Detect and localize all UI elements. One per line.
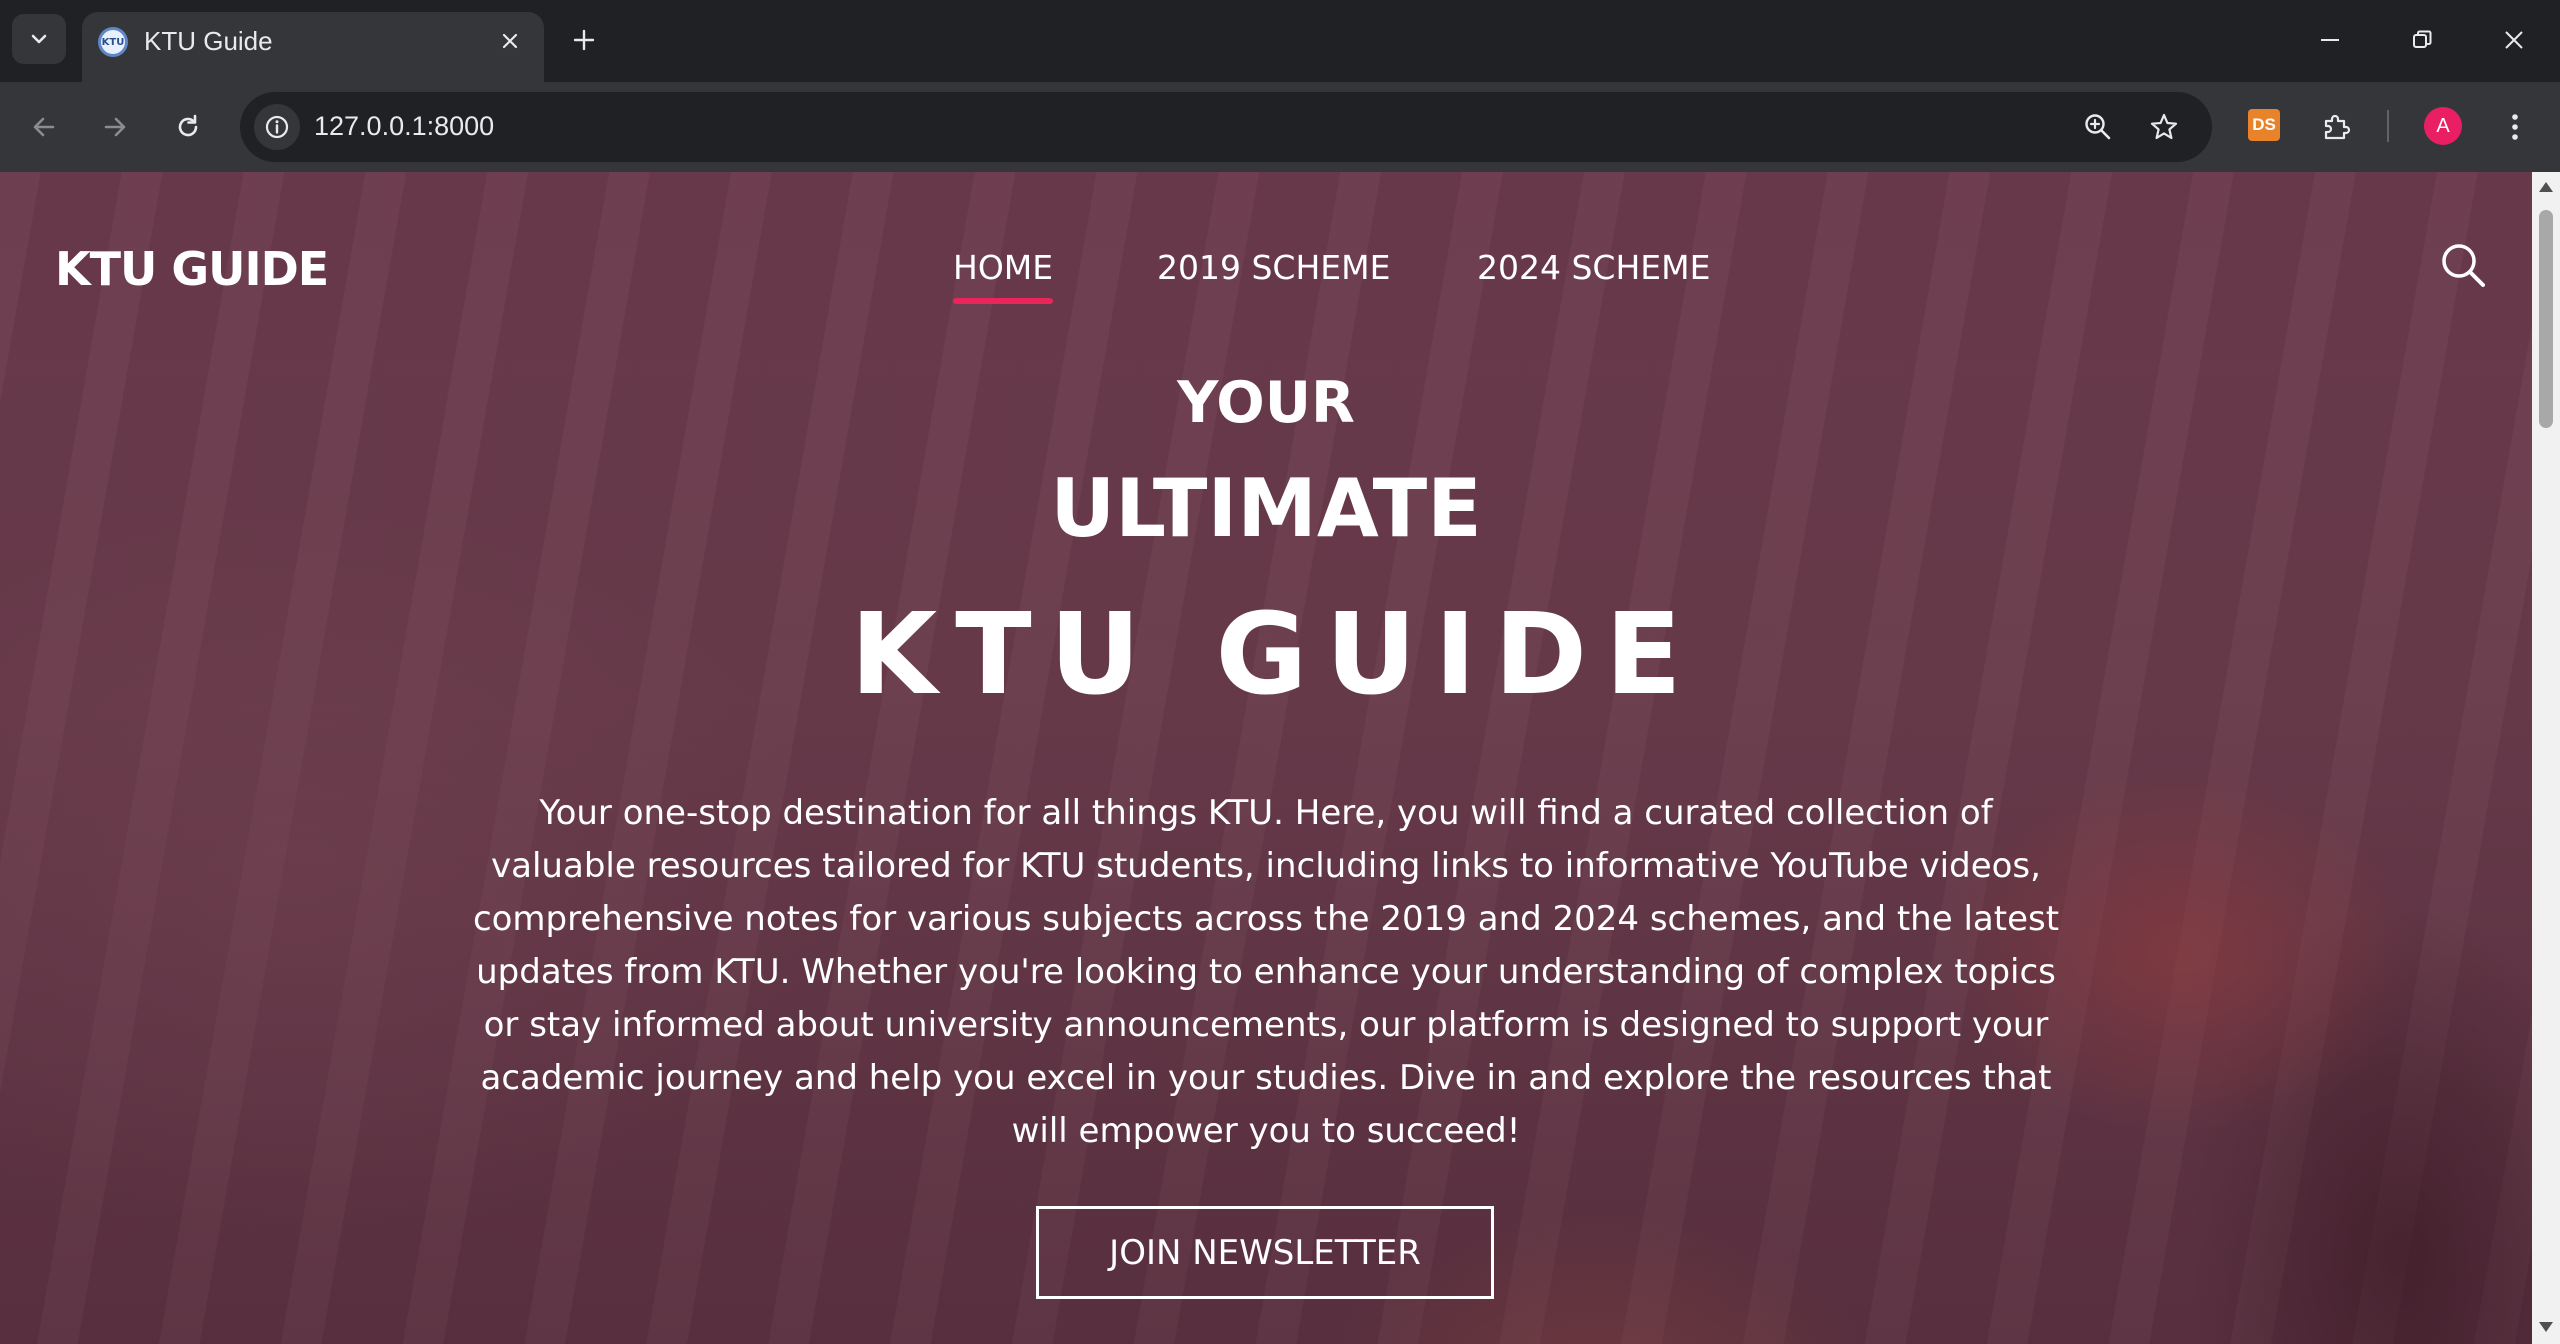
zoom-in-icon: [2085, 114, 2111, 140]
arrow-left-icon: [33, 117, 55, 137]
browser-tab-active[interactable]: KTU KTU Guide: [82, 12, 544, 82]
toolbar-separator: [2387, 110, 2389, 142]
restore-icon: [2413, 30, 2432, 48]
back-button[interactable]: [21, 104, 67, 150]
page-viewport: KTU GUIDE HOME 2019 SCHEME 2024 SCHEME Y…: [0, 172, 2532, 1344]
site-search-button[interactable]: [2438, 240, 2488, 290]
nav-2024-scheme[interactable]: 2024 SCHEME: [1477, 248, 1710, 287]
hero-description-line: will empower you to succeed!: [1011, 1111, 1521, 1151]
nav-home[interactable]: HOME: [953, 248, 1054, 304]
hero-description-line: academic journey and help you excel in y…: [480, 1058, 2052, 1098]
active-nav-indicator: [953, 298, 1054, 304]
nav-2019-scheme[interactable]: 2019 SCHEME: [1157, 248, 1390, 287]
chevron-down-icon: [31, 34, 47, 44]
nav-home-label: HOME: [953, 248, 1054, 287]
url-text[interactable]: 127.0.0.1:8000: [314, 111, 494, 142]
puzzle-icon: [2324, 114, 2351, 140]
hero-title-line-1: YOUR: [1177, 370, 1355, 436]
scrollbar-thumb[interactable]: [2539, 210, 2553, 428]
search-icon: [2442, 244, 2485, 287]
address-bar[interactable]: 127.0.0.1:8000: [240, 92, 2212, 162]
nav-2024-scheme-label: 2024 SCHEME: [1477, 248, 1711, 287]
browser-menu-button[interactable]: [2492, 104, 2538, 150]
bookmark-button[interactable]: [2143, 106, 2185, 148]
hero-description-line: updates from KTU. Whether you're looking…: [476, 952, 2056, 992]
minimize-icon: [2321, 39, 2339, 41]
more-vert-icon: [2512, 114, 2518, 140]
plus-icon: [573, 29, 595, 51]
window-close-button[interactable]: [2484, 16, 2544, 64]
join-newsletter-label: JOIN NEWSLETTER: [1109, 1232, 1421, 1273]
hero-description-line: valuable resources tailored for KTU stud…: [491, 846, 2041, 886]
minimize-button[interactable]: [2300, 16, 2360, 64]
arrow-right-icon: [104, 117, 126, 137]
reload-button[interactable]: [165, 104, 211, 150]
ktu-favicon-icon: KTU: [98, 27, 128, 57]
close-icon: [502, 33, 518, 49]
hero-title-line-3: KTU GUIDE: [850, 590, 1700, 720]
close-icon: [2505, 31, 2523, 49]
tab-search-button[interactable]: [12, 14, 66, 64]
new-tab-button[interactable]: [564, 20, 604, 60]
nav-2019-scheme-label: 2019 SCHEME: [1157, 248, 1391, 287]
forward-button[interactable]: [92, 104, 138, 150]
scroll-down-arrow-icon[interactable]: [2539, 1322, 2553, 1332]
hero-description-line: or stay informed about university announ…: [483, 1005, 2049, 1045]
reload-icon: [178, 114, 198, 137]
hero-description-line: comprehensive notes for various subjects…: [472, 899, 2060, 939]
site-navigation: HOME 2019 SCHEME 2024 SCHEME: [0, 248, 2532, 308]
hero-description: Your one-stop destination for all things…: [446, 787, 2086, 1158]
tab-title: KTU Guide: [144, 26, 273, 56]
tab-close-button[interactable]: [494, 25, 526, 57]
zoom-button[interactable]: [2077, 106, 2119, 148]
info-icon: [265, 115, 289, 139]
restore-button[interactable]: [2392, 16, 2452, 64]
star-icon: [2150, 113, 2178, 140]
site-info-button[interactable]: [254, 104, 300, 150]
extensions-button[interactable]: [2313, 104, 2359, 150]
hero-description-line: Your one-stop destination for all things…: [539, 793, 1993, 833]
browser-toolbar: 127.0.0.1:8000 DS A: [0, 82, 2560, 172]
scroll-up-arrow-icon[interactable]: [2539, 182, 2553, 192]
profile-avatar[interactable]: A: [2424, 107, 2462, 145]
hero-title-line-2: ULTIMATE: [1050, 462, 1482, 555]
page-scrollbar[interactable]: [2532, 172, 2560, 1344]
browser-tabstrip: KTU KTU Guide: [0, 0, 2560, 82]
join-newsletter-button[interactable]: JOIN NEWSLETTER: [1036, 1206, 1494, 1299]
ds-extension-icon[interactable]: DS: [2248, 109, 2280, 141]
